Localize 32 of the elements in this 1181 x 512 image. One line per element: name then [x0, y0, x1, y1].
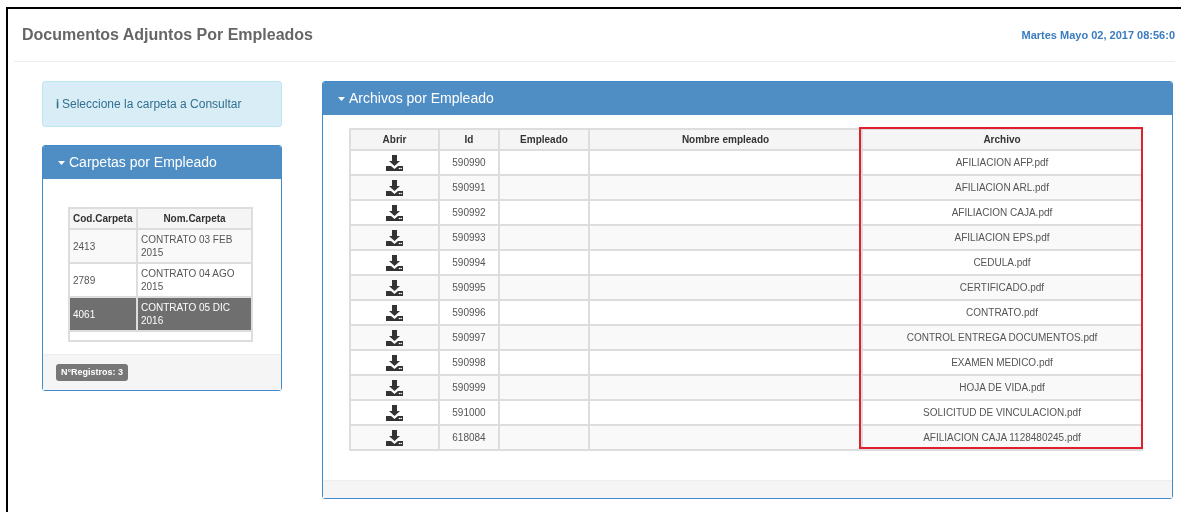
column-header: Empleado: [499, 129, 589, 150]
download-icon[interactable]: [386, 179, 403, 196]
info-text: Seleccione la carpeta a Consultar: [62, 96, 242, 113]
info-icon: ℹ: [56, 95, 59, 113]
panel-title: Carpetas por Empleado: [69, 153, 217, 172]
panel-title: Archivos por Empleado: [349, 89, 494, 108]
column-header: Abrir: [350, 129, 439, 150]
column-header: Cod.Carpeta: [69, 208, 137, 229]
download-icon[interactable]: [386, 279, 403, 296]
folder-row[interactable]: 2789 CONTRATO 04 AGO 2015: [69, 263, 252, 297]
download-icon[interactable]: [386, 229, 403, 246]
folder-row[interactable]: 2413 CONTRATO 03 FEB 2015: [69, 229, 252, 263]
table-cell: 4061: [69, 297, 137, 331]
download-icon[interactable]: [386, 379, 403, 396]
download-icon[interactable]: [386, 329, 403, 346]
caret-icon[interactable]: [58, 160, 65, 165]
column-header: Nom.Carpeta: [137, 208, 252, 229]
table-cell: CONTRATO 05 DIC 2016: [137, 297, 252, 331]
table-cell: 618084: [439, 425, 499, 450]
download-icon[interactable]: [386, 429, 403, 446]
caret-icon[interactable]: [338, 96, 345, 101]
download-icon[interactable]: [386, 404, 403, 421]
date-time: Martes Mayo 02, 2017 08:56:0: [1021, 27, 1175, 43]
download-icon[interactable]: [386, 204, 403, 221]
download-icon[interactable]: [386, 154, 403, 171]
record-count-badge: N°Registros: 3: [56, 363, 129, 382]
folder-row[interactable]: 4061 CONTRATO 05 DIC 2016: [69, 297, 252, 331]
download-icon[interactable]: [386, 354, 403, 371]
download-icon[interactable]: [386, 254, 403, 271]
page-title: Documentos Adjuntos Por Empleados: [22, 25, 313, 45]
column-header: Nombre empleado: [589, 129, 862, 150]
download-icon[interactable]: [386, 304, 403, 321]
